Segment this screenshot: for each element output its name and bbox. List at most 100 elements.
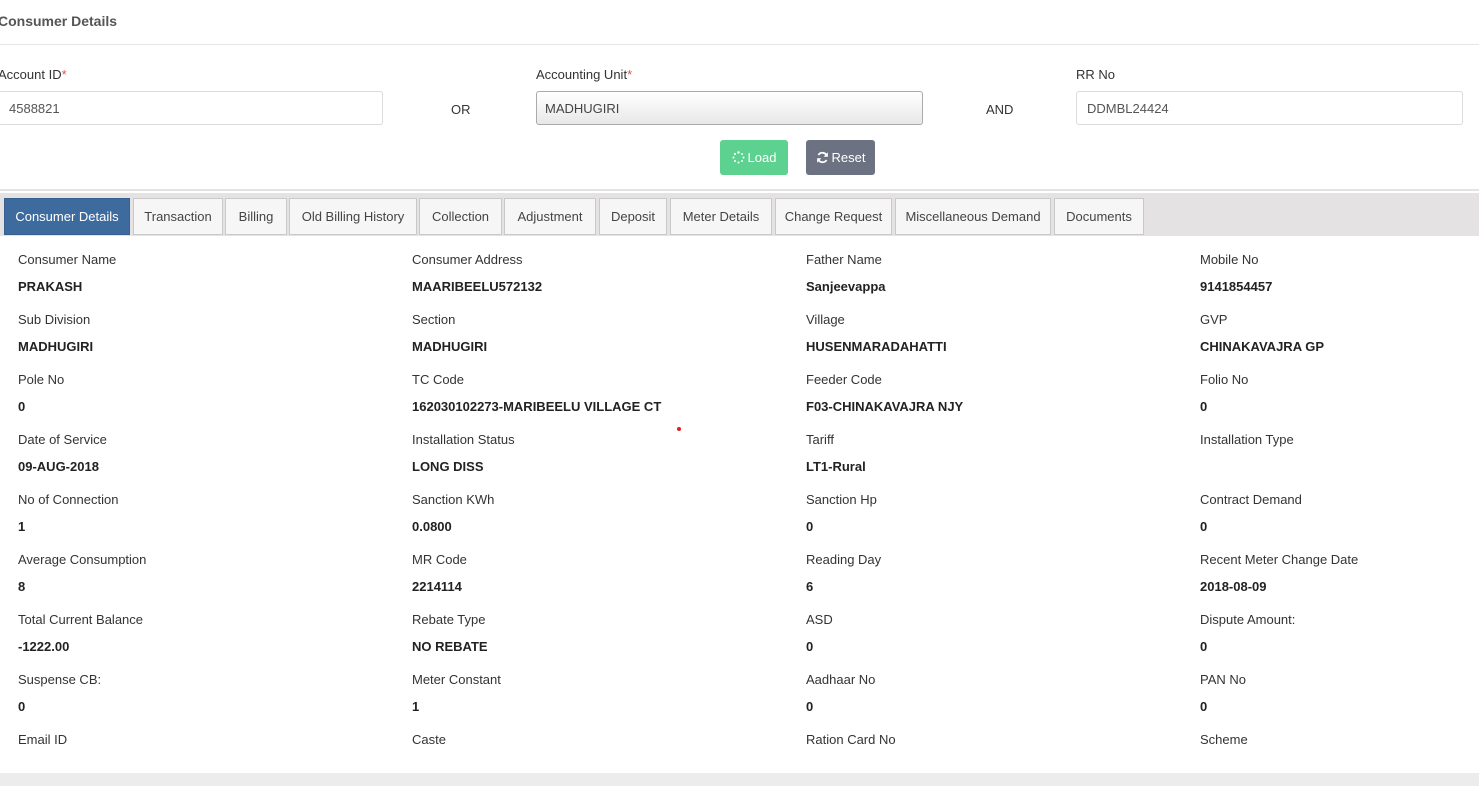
tab-billing[interactable]: Billing [225,198,287,235]
detail-label-rebate-type: Rebate Type [412,612,486,627]
detail-value-total-current-balance: -1222.00 [18,639,70,654]
detail-value-asd: 0 [806,639,814,654]
detail-label-total-current-balance: Total Current Balance [18,612,144,627]
detail-value-tariff: LT1-Rural [806,459,866,474]
tab-bar: Consumer Details Transaction Billing Old… [0,193,1479,236]
detail-label-gvp: GVP [1200,312,1228,327]
detail-value-rebate-type: NO REBATE [412,639,488,654]
page-header: Consumer Details [0,0,1479,45]
detail-label-folio-no: Folio No [1200,372,1249,387]
page-title: Consumer Details [0,13,118,29]
detail-label-caste: Caste [412,732,446,747]
detail-label-tc-code: TC Code [412,372,465,387]
detail-label-installation-status: Installation Status [412,432,515,447]
detail-value-date-of-service: 09-AUG-2018 [18,459,99,474]
detail-label-father-name: Father Name [806,252,882,267]
tab-miscellaneous-demand[interactable]: Miscellaneous Demand [895,198,1051,235]
detail-value-consumer-name: PRAKASH [18,279,83,294]
required-mark: * [627,67,633,82]
detail-label-sanction-kwh: Sanction KWh [412,492,495,507]
detail-label-asd: ASD [806,612,833,627]
load-button[interactable]: Load [720,140,788,175]
detail-value-tc-code: 162030102273-MARIBEELU VILLAGE CT [412,399,662,414]
detail-value-mr-code: 2214114 [412,579,462,594]
detail-label-village: Village [806,312,845,327]
detail-label-scheme: Scheme [1200,732,1248,747]
reset-button-label: Reset [831,150,866,165]
detail-value-recent-meter-change-date: 2018-08-09 [1200,579,1267,594]
detail-value-village: HUSENMARADAHATTI [806,339,947,354]
detail-value-aadhaar-no: 0 [806,699,814,714]
load-button-label: Load [747,150,777,165]
tab-documents[interactable]: Documents [1054,198,1144,235]
accounting-unit-label: Accounting Unit* [536,67,633,82]
refresh-icon [816,151,828,164]
detail-value-section: MADHUGIRI [412,339,488,354]
detail-value-consumer-address: MAARIBEELU572132 [412,279,543,294]
accounting-unit-select[interactable]: MADHUGIRI [536,91,923,125]
rr-no-input[interactable] [1076,91,1463,125]
detail-label-feeder-code: Feeder Code [806,372,882,387]
detail-value-sub-division: MADHUGIRI [18,339,94,354]
detail-label-email-id: Email ID [18,732,68,747]
and-label: AND [986,102,1014,117]
or-label: OR [451,102,471,117]
detail-label-meter-constant: Meter Constant [412,672,501,687]
red-dot [677,427,681,431]
detail-label-pan-no: PAN No [1200,672,1246,687]
detail-label-suspense-cb: Suspense CB: [18,672,102,687]
footer-bar [0,773,1479,786]
detail-label-pole-no: Pole No [18,372,65,387]
detail-value-average-consumption: 8 [18,579,26,594]
account-id-input[interactable] [0,91,383,125]
section-divider [0,189,1479,191]
detail-value-suspense-cb: 0 [18,699,26,714]
detail-value-meter-constant: 1 [412,699,420,714]
detail-label-ration-card-no: Ration Card No [806,732,896,747]
detail-value-contract-demand: 0 [1200,519,1208,534]
detail-label-recent-meter-change-date: Recent Meter Change Date [1200,552,1359,567]
detail-label-mobile-no: Mobile No [1200,252,1259,267]
tab-transaction[interactable]: Transaction [133,198,223,235]
detail-value-feeder-code: F03-CHINAKAVAJRA NJY [806,399,964,414]
rr-no-label: RR No [1076,67,1116,82]
account-id-label: Account ID* [0,67,67,82]
detail-label-average-consumption: Average Consumption [18,552,147,567]
detail-label-aadhaar-no: Aadhaar No [806,672,876,687]
reset-button[interactable]: Reset [806,140,875,175]
detail-value-installation-status: LONG DISS [412,459,484,474]
detail-value-pan-no: 0 [1200,699,1208,714]
detail-label-contract-demand: Contract Demand [1200,492,1302,507]
tab-collection[interactable]: Collection [419,198,502,235]
tab-meter-details[interactable]: Meter Details [670,198,772,235]
detail-value-sanction-kwh: 0.0800 [412,519,452,534]
detail-label-mr-code: MR Code [412,552,467,567]
detail-label-consumer-address: Consumer Address [412,252,523,267]
detail-label-installation-type: Installation Type [1200,432,1294,447]
detail-label-sub-division: Sub Division [18,312,91,327]
detail-label-no-of-connection: No of Connection [18,492,119,507]
detail-label-tariff: Tariff [806,432,834,447]
detail-value-folio-no: 0 [1200,399,1208,414]
detail-label-section: Section [412,312,456,327]
detail-label-consumer-name: Consumer Name [18,252,117,267]
detail-value-no-of-connection: 1 [18,519,26,534]
detail-value-dispute-amount: 0 [1200,639,1208,654]
spinner-icon [731,151,745,164]
tab-deposit[interactable]: Deposit [599,198,667,235]
detail-label-reading-day: Reading Day [806,552,882,567]
tab-adjustment[interactable]: Adjustment [504,198,596,235]
detail-label-date-of-service: Date of Service [18,432,107,447]
detail-value-pole-no: 0 [18,399,26,414]
required-mark: * [61,67,67,82]
detail-value-mobile-no: 9141854457 [1200,279,1273,294]
detail-value-sanction-hp: 0 [806,519,814,534]
tab-consumer-details[interactable]: Consumer Details [4,198,130,235]
detail-value-father-name: Sanjeevappa [806,279,886,294]
tab-change-request[interactable]: Change Request [775,198,892,235]
detail-value-reading-day: 6 [806,579,814,594]
detail-label-dispute-amount: Dispute Amount: [1200,612,1296,627]
tab-old-billing-history[interactable]: Old Billing History [289,198,417,235]
detail-label-sanction-hp: Sanction Hp [806,492,877,507]
detail-value-gvp: CHINAKAVAJRA GP [1200,339,1324,354]
